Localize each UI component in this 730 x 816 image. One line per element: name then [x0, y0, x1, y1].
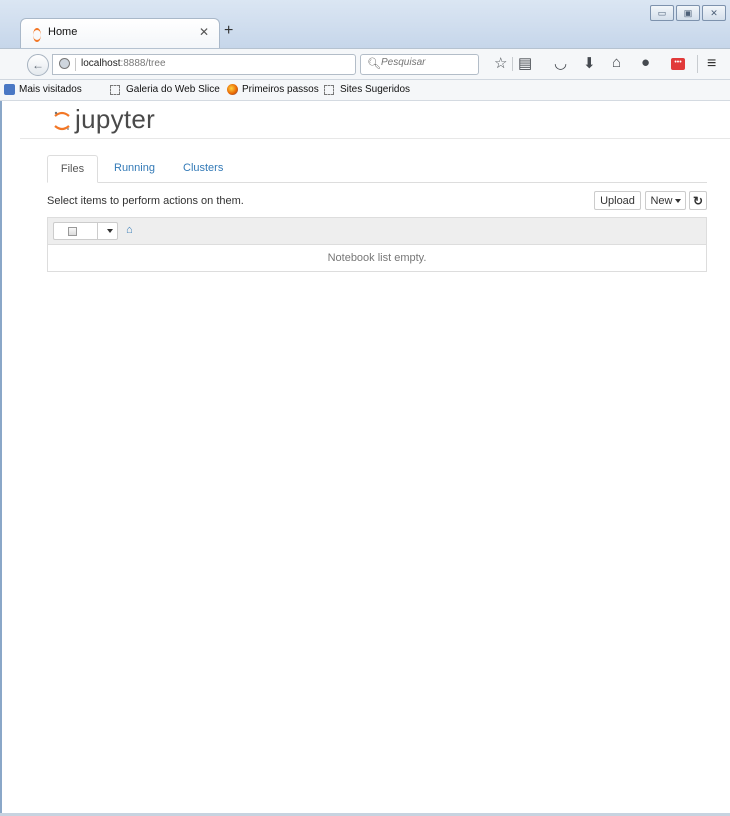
globe-icon	[59, 58, 70, 69]
upload-label: Upload	[600, 195, 635, 207]
bookmark-sites-sugeridos[interactable]: Sites Sugeridos	[340, 84, 410, 95]
dashboard-tabs: Files Running Clusters	[47, 155, 707, 183]
url-text: localhost:8888/tree	[81, 58, 166, 69]
star-icon[interactable]: ☆	[494, 54, 507, 72]
breadcrumb-home-icon[interactable]: ⌂	[126, 224, 133, 236]
reading-list-icon[interactable]: ▤	[518, 54, 532, 72]
bookmarks-bar: Mais visitados Galeria do Web Slice Prim…	[0, 80, 730, 101]
select-separator	[97, 223, 98, 239]
download-icon[interactable]: ⬇	[583, 54, 596, 72]
tab-title: Home	[48, 26, 78, 38]
dashed-icon	[324, 85, 334, 95]
caret-down-icon	[674, 199, 681, 204]
url-separator	[75, 58, 76, 71]
dashed-icon	[110, 85, 120, 95]
menu-icon[interactable]: ≡	[707, 55, 716, 73]
back-button[interactable]: ←	[27, 54, 49, 76]
refresh-button[interactable]: ↻	[689, 191, 707, 210]
search-box[interactable]: 🔍︎	[360, 54, 479, 75]
notebook-list: Notebook list empty.	[47, 245, 707, 272]
browser-title-bar: Home ✕ + ▭ ▣ ✕	[0, 0, 730, 48]
pocket-icon[interactable]: ◡	[554, 54, 567, 72]
search-input[interactable]	[381, 57, 476, 68]
window-left-edge	[0, 0, 2, 816]
select-dropdown-caret-icon[interactable]	[107, 229, 113, 233]
header-divider	[20, 138, 730, 139]
url-path: :8888/tree	[120, 58, 166, 69]
close-window-button[interactable]: ✕	[702, 5, 726, 21]
maximize-button[interactable]: ▣	[676, 5, 700, 21]
minimize-button[interactable]: ▭	[650, 5, 674, 21]
url-host: localhost	[81, 58, 121, 69]
toolbar-separator	[512, 57, 513, 71]
url-bar[interactable]: localhost:8888/tree ↻	[52, 54, 393, 75]
jupyter-logo-text[interactable]: jupyter	[75, 104, 155, 135]
window-controls: ▭ ▣ ✕	[648, 5, 726, 21]
tab-files[interactable]: Files	[47, 155, 98, 183]
notebook-list-header: ⌂	[47, 217, 707, 245]
lastpass-icon[interactable]: •••	[671, 58, 685, 70]
close-tab-icon[interactable]: ✕	[199, 25, 209, 39]
blue-bookmark-icon	[4, 84, 15, 95]
refresh-icon: ↻	[692, 194, 704, 208]
home-icon[interactable]: ⌂	[612, 54, 621, 71]
browser-nav-bar: ← localhost:8888/tree ↻ 🔍︎ ☆ ▤ ◡ ⬇ ⌂ ● •…	[0, 48, 730, 80]
tab-clusters[interactable]: Clusters	[183, 155, 223, 182]
new-dropdown-button[interactable]: New	[645, 191, 686, 210]
toolbar-separator	[697, 55, 698, 73]
new-tab-button[interactable]: +	[224, 22, 233, 40]
chat-icon[interactable]: ●	[641, 54, 650, 71]
search-icon: 🔍︎	[367, 58, 381, 70]
bookmark-primeiros-passos[interactable]: Primeiros passos	[242, 84, 319, 95]
empty-list-message: Notebook list empty.	[327, 252, 427, 264]
bookmark-mais-visitados[interactable]: Mais visitados	[19, 84, 82, 95]
jupyter-logo-icon[interactable]	[53, 110, 71, 132]
bookmark-galeria-web-slice[interactable]: Galeria do Web Slice	[126, 84, 220, 95]
select-all-checkbox[interactable]	[68, 227, 77, 236]
new-label: New	[650, 195, 673, 207]
select-all-group	[53, 222, 118, 240]
firefox-icon	[227, 84, 238, 95]
browser-tab-home[interactable]: Home ✕	[20, 18, 220, 48]
upload-button[interactable]: Upload	[594, 191, 641, 210]
instructions-text: Select items to perform actions on them.	[47, 195, 244, 207]
tab-running[interactable]: Running	[114, 155, 155, 182]
jupyter-favicon-icon	[33, 28, 41, 42]
